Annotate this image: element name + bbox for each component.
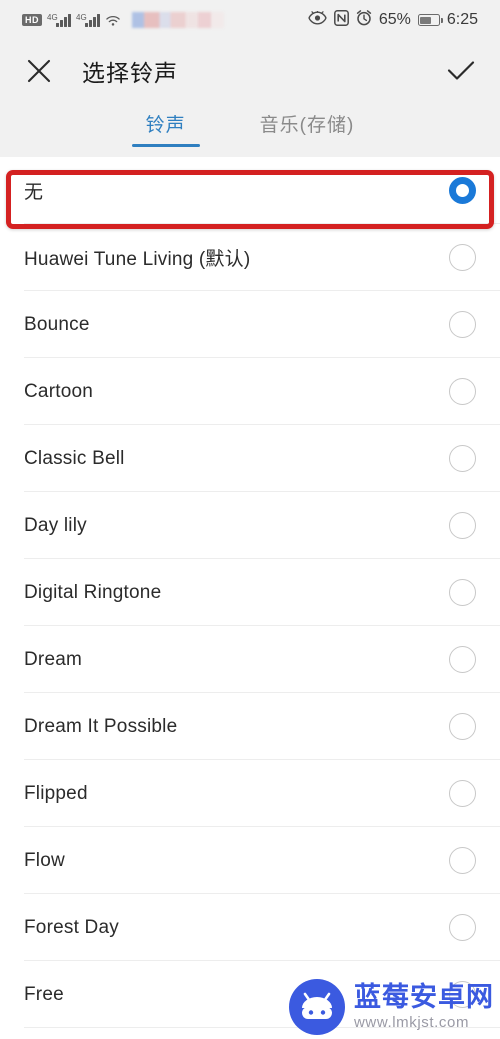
list-item[interactable]: Cartoon <box>0 358 500 425</box>
radio-unselected-icon[interactable] <box>449 713 476 740</box>
ringtone-name: Flow <box>24 849 65 871</box>
watermark-url: www.lmkjst.com <box>354 1014 470 1031</box>
ringtone-name: 无 <box>24 182 44 203</box>
list-item[interactable]: Huawei Tune Living (默认) <box>0 224 500 291</box>
ringtone-name: Huawei Tune Living (默认) <box>24 249 251 270</box>
battery-percent-label: 65% <box>378 11 411 28</box>
status-bar-left: HD 4G 4G <box>22 12 224 28</box>
watermark-brand: 蓝莓安卓网 <box>354 982 494 1013</box>
list-item[interactable]: 无 <box>0 157 500 224</box>
watermark: 蓝莓安卓网 www.lmkjst.com <box>289 979 494 1035</box>
ringtone-name: Forest Day <box>24 916 119 938</box>
ringtone-name: Free <box>24 983 64 1005</box>
radio-unselected-icon[interactable] <box>449 579 476 606</box>
signal-bars-icon-2: 4G <box>76 12 100 27</box>
list-item[interactable]: Flipped <box>0 760 500 827</box>
android-robot-icon <box>289 979 345 1035</box>
signal-bars-icon-1: 4G <box>47 12 71 27</box>
radio-unselected-icon[interactable] <box>449 646 476 673</box>
ringtone-name: Digital Ringtone <box>24 581 162 603</box>
radio-selected-icon[interactable] <box>449 177 476 204</box>
phone-screen: HD 4G 4G 65% 6:25 选择铃声 铃声 音乐(存储) 无 Huawe… <box>0 0 500 1039</box>
tab-bar: 铃声 音乐(存储) <box>0 102 500 157</box>
list-item[interactable]: Classic Bell <box>0 425 500 492</box>
watermark-text: 蓝莓安卓网 www.lmkjst.com <box>354 984 494 1030</box>
hd-icon: HD <box>22 14 42 26</box>
list-item[interactable]: Flow <box>0 827 500 894</box>
radio-unselected-icon[interactable] <box>449 378 476 405</box>
list-item[interactable]: Dream It Possible <box>0 693 500 760</box>
clock-label: 6:25 <box>446 11 478 28</box>
wifi-icon <box>105 14 121 27</box>
network-type-label-2: 4G <box>76 12 87 22</box>
check-icon[interactable] <box>446 56 476 86</box>
ringtone-list: 无 Huawei Tune Living (默认) Bounce Cartoon Cla… <box>0 157 500 1028</box>
ringtone-name: Dream <box>24 648 83 670</box>
list-item[interactable]: Digital Ringtone <box>0 559 500 626</box>
page-title: 选择铃声 <box>82 60 178 86</box>
tab-active-indicator <box>131 144 200 147</box>
tab-music-storage[interactable]: 音乐(存储) <box>254 110 361 147</box>
app-bar: 选择铃声 <box>0 40 500 102</box>
network-type-label-1: 4G <box>47 12 58 22</box>
radio-unselected-icon[interactable] <box>449 780 476 807</box>
ringtone-name: Cartoon <box>24 380 93 402</box>
radio-unselected-icon[interactable] <box>449 914 476 941</box>
list-item[interactable]: Day lily <box>0 492 500 559</box>
radio-unselected-icon[interactable] <box>449 847 476 874</box>
radio-unselected-icon[interactable] <box>449 311 476 338</box>
status-bar: HD 4G 4G 65% 6:25 <box>0 0 500 40</box>
list-item[interactable]: Bounce <box>0 291 500 358</box>
ringtone-name: Bounce <box>24 313 90 335</box>
ringtone-name: Classic Bell <box>24 447 125 469</box>
radio-unselected-icon[interactable] <box>449 244 476 271</box>
tab-ringtones-label: 铃声 <box>145 115 186 136</box>
status-bar-right: 65% 6:25 <box>308 9 478 31</box>
ringtone-name: Dream It Possible <box>24 715 178 737</box>
nfc-icon <box>333 9 349 31</box>
close-icon[interactable] <box>24 56 54 86</box>
battery-icon <box>417 14 443 26</box>
tab-ringtones[interactable]: 铃声 <box>131 110 200 147</box>
redacted-carrier-name <box>132 12 224 28</box>
ringtone-name: Flipped <box>24 782 88 804</box>
list-item[interactable]: Forest Day <box>0 894 500 961</box>
eye-icon <box>308 9 327 30</box>
alarm-icon <box>356 9 372 31</box>
radio-unselected-icon[interactable] <box>449 512 476 539</box>
ringtone-name: Day lily <box>24 514 87 536</box>
list-item[interactable]: Dream <box>0 626 500 693</box>
tab-music-storage-label: 音乐(存储) <box>259 115 355 136</box>
radio-unselected-icon[interactable] <box>449 445 476 472</box>
